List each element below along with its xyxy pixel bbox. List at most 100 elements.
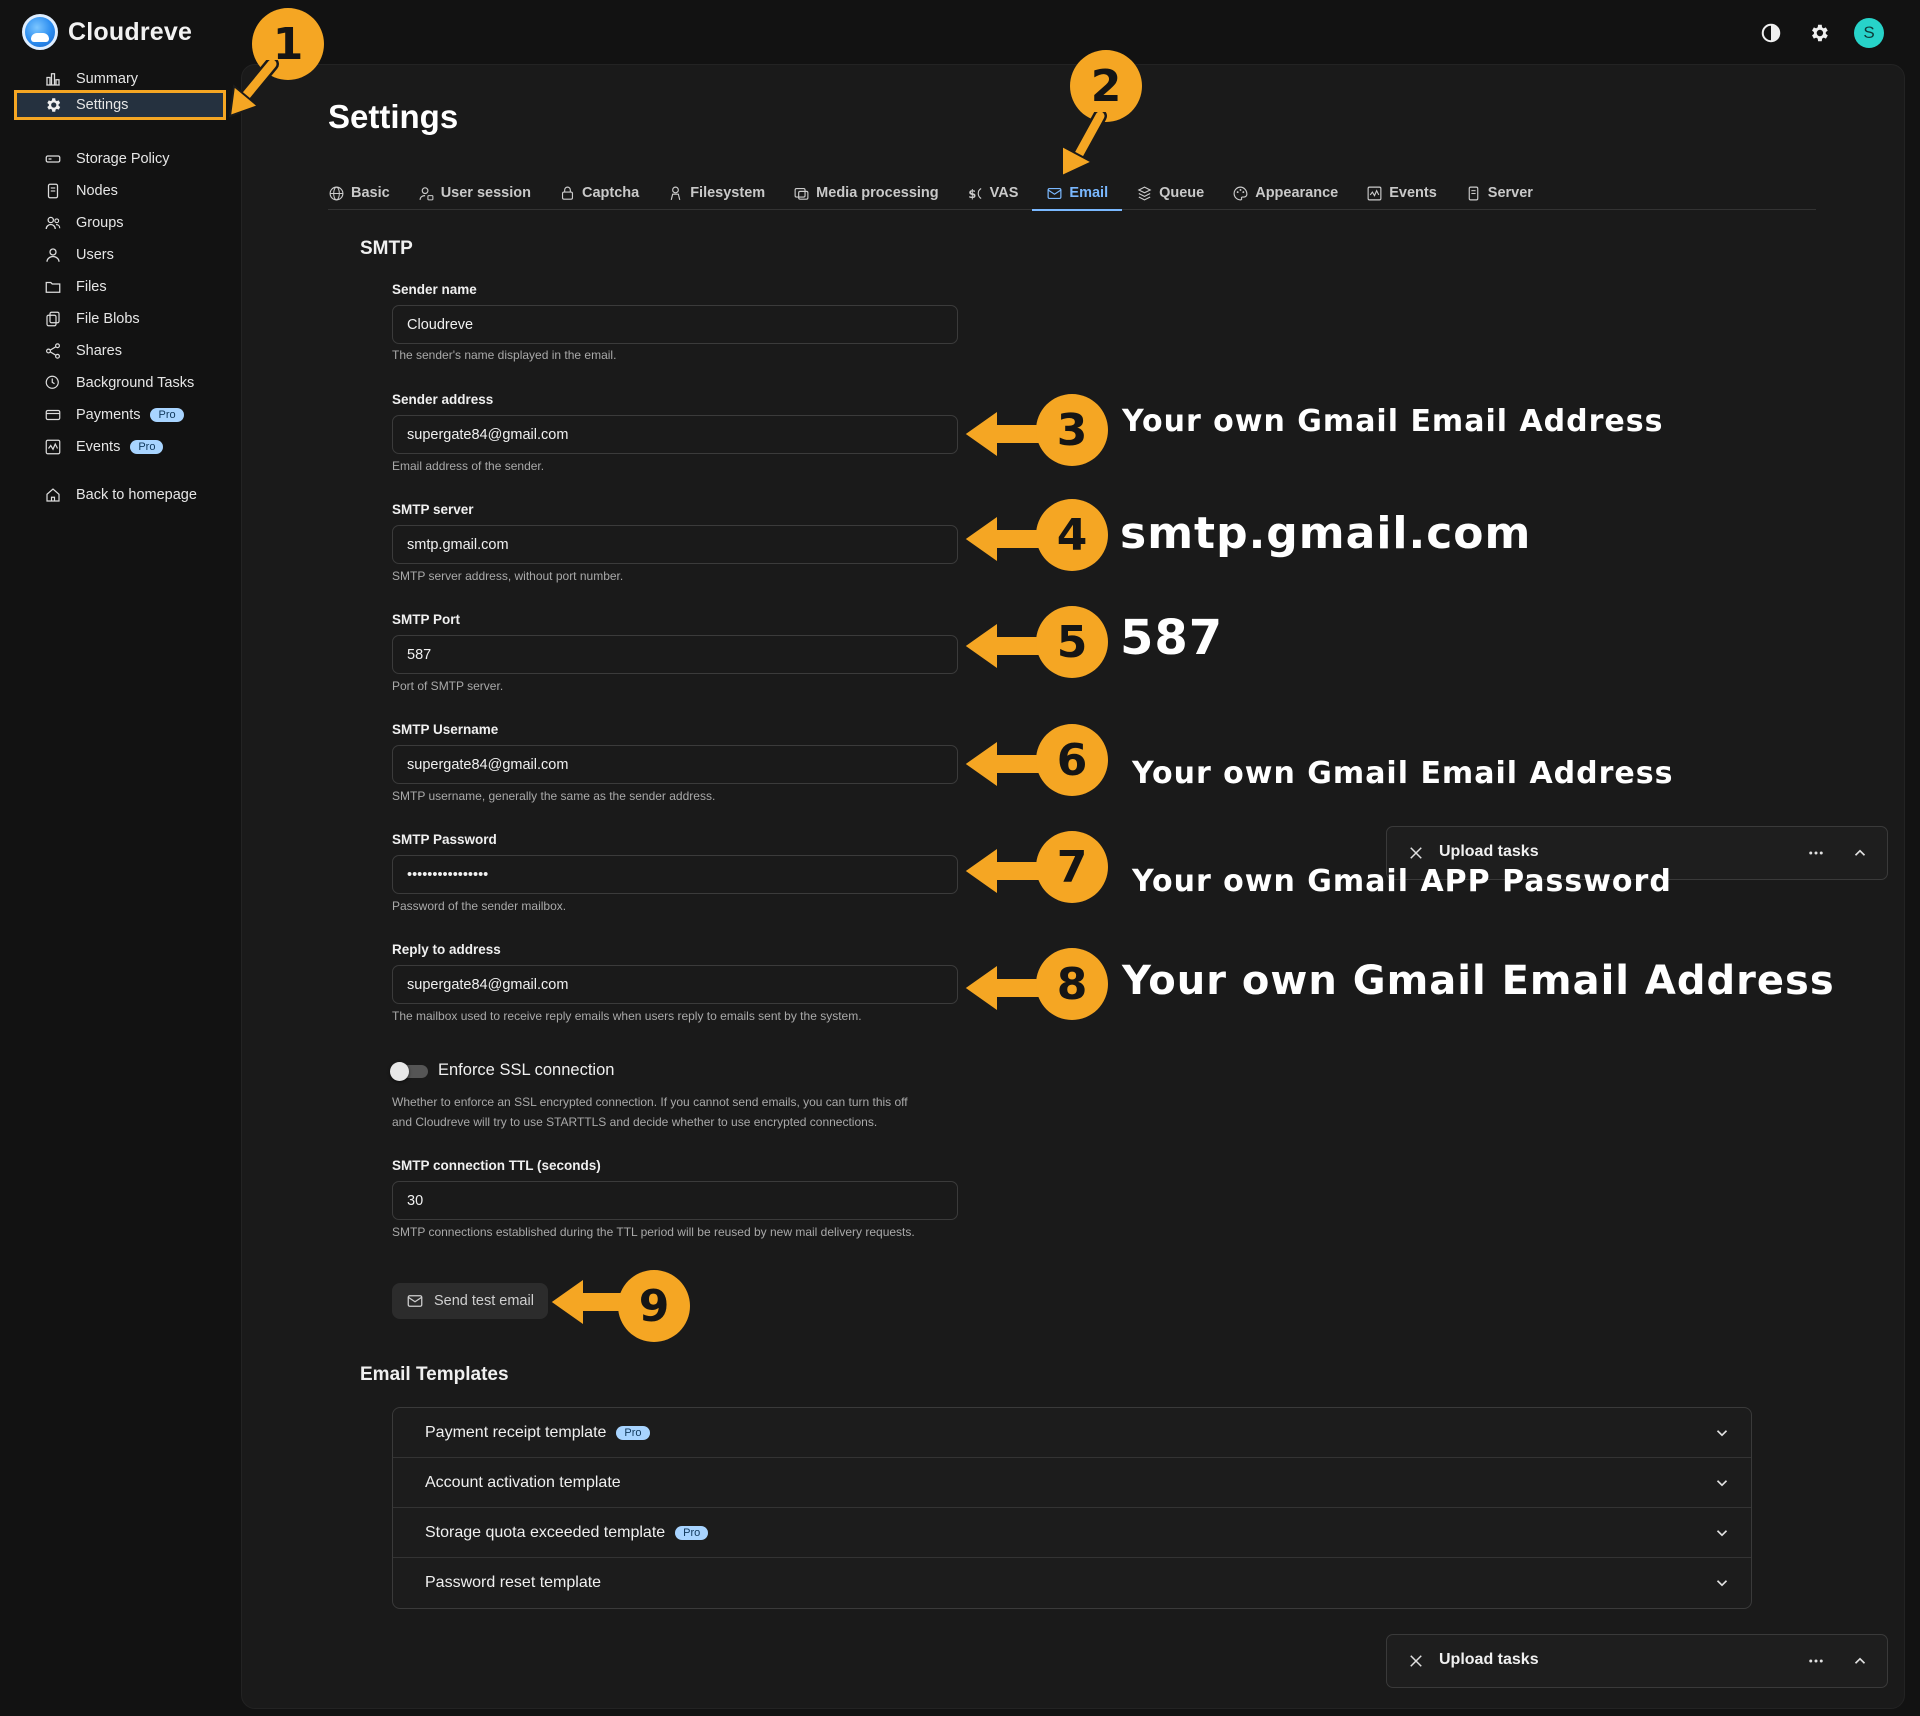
sidebar-item-background-tasks[interactable]: Background Tasks [14,368,226,398]
enforce-ssl-help: Whether to enforce an SSL encrypted conn… [392,1092,972,1132]
settings-gear-icon[interactable] [1806,20,1832,46]
annotation-step-6: 6 [1036,724,1108,796]
smtp-password-input[interactable] [392,855,958,894]
sender-name-help: The sender's name displayed in the email… [392,348,617,362]
annotation-text-5: 587 [1120,610,1224,666]
tab-filesystem[interactable]: Filesystem [653,176,779,210]
blob-icon [46,311,60,327]
sender-address-input[interactable] [392,415,958,454]
tab-label: Queue [1159,185,1205,201]
sidebar-item-back-to-homepage[interactable]: Back to homepage [14,480,226,510]
smtp-server-help: SMTP server address, without port number… [392,569,624,583]
server-icon [1468,186,1479,200]
sidebar-item-label: Summary [76,71,139,87]
annotation-text-7: Your own Gmail APP Password [1132,864,1672,899]
sidebar-item-groups[interactable]: Groups [14,208,226,238]
annotation-step-5: 5 [1036,606,1108,678]
tab-label: Appearance [1255,185,1339,201]
smtp-port-input[interactable] [392,635,958,674]
gear-icon [47,98,61,112]
tab-vas[interactable]: $ VAS [953,176,1033,210]
tab-events[interactable]: Events [1352,176,1451,210]
upload-tasks-panel[interactable]: Upload tasks [1386,1634,1888,1688]
smtp-server-label: SMTP server [392,502,474,517]
smtp-section-title: SMTP [360,238,413,259]
tab-email[interactable]: Email [1032,176,1122,211]
sidebar-item-label: Users [76,247,114,263]
reply-to-input[interactable] [392,965,958,1004]
annotation-text-8: Your own Gmail Email Address [1122,958,1835,1004]
tab-user-session[interactable]: User session [404,176,545,210]
sidebar-item-label: Storage Policy [76,151,170,167]
tab-media-processing[interactable]: Media processing [779,176,952,210]
sidebar-item-label: Back to homepage [76,487,197,503]
sidebar-item-label: Shares [76,343,122,359]
template-account-activation[interactable]: Account activation template [393,1458,1751,1508]
theme-toggle-icon[interactable] [1758,20,1784,46]
settings-tabs: Basic User session Captcha Filesystem Me… [328,176,1816,211]
share-icon [46,343,60,359]
sidebar-item-nodes[interactable]: Nodes [14,176,226,206]
folder-icon [45,281,61,293]
tab-label: User session [440,185,531,201]
sidebar-item-settings[interactable]: Settings [14,90,226,120]
pro-badge: Pro [150,408,184,422]
enforce-ssl-toggle[interactable] [390,1062,428,1081]
reply-to-help: The mailbox used to receive reply emails… [392,1009,862,1023]
smtp-username-label: SMTP Username [392,722,499,737]
more-icon[interactable] [1807,844,1825,862]
close-icon[interactable] [1407,1652,1425,1670]
send-test-email-label: Send test email [434,1293,534,1309]
close-icon[interactable] [1407,844,1425,862]
chevron-down-icon [1716,1480,1728,1487]
sidebar-item-label: Nodes [76,183,118,199]
send-test-email-button[interactable]: Send test email [392,1283,548,1319]
user-avatar[interactable]: S [1854,18,1884,48]
more-icon[interactable] [1807,1652,1825,1670]
sender-name-input[interactable] [392,305,958,344]
sidebar-item-label: Files [76,279,107,295]
template-password-reset[interactable]: Password reset template [393,1558,1751,1608]
chevron-up-icon[interactable] [1851,844,1869,862]
svg-text:$: $ [968,186,976,200]
template-label: Payment receipt template [425,1423,607,1441]
chart-icon [46,73,60,86]
app-logo[interactable]: Cloudreve [22,14,192,50]
sidebar-item-events[interactable]: Events Pro [14,432,226,462]
tab-queue[interactable]: Queue [1122,176,1218,210]
vas-icon: $ [968,186,982,200]
sidebar-item-payments[interactable]: Payments Pro [14,400,226,430]
tab-basic[interactable]: Basic [328,176,404,210]
tab-appearance[interactable]: Appearance [1218,176,1352,210]
sidebar-item-storage-policy[interactable]: Storage Policy [14,144,226,174]
smtp-username-input[interactable] [392,745,958,784]
chevron-up-icon[interactable] [1851,1652,1869,1670]
payment-icon [45,409,61,421]
template-storage-quota-exceeded[interactable]: Storage quota exceeded template Pro [393,1508,1751,1558]
topbar-actions: S [1758,18,1884,48]
smtp-server-input[interactable] [392,525,958,564]
sidebar-item-shares[interactable]: Shares [14,336,226,366]
smtp-ttl-label: SMTP connection TTL (seconds) [392,1158,601,1173]
sidebar-item-label: Groups [76,215,124,231]
home-icon [46,488,60,502]
sidebar-item-label: Events [76,439,121,455]
tab-captcha[interactable]: Captcha [545,176,653,210]
sidebar-item-file-blobs[interactable]: File Blobs [14,304,226,334]
sidebar-item-label: Payments [76,407,141,423]
sidebar-item-files[interactable]: Files [14,272,226,302]
tab-label: Captcha [581,185,640,201]
template-payment-receipt[interactable]: Payment receipt template Pro [393,1408,1751,1458]
pro-badge: Pro [130,440,164,454]
smtp-ttl-input[interactable] [392,1181,958,1220]
globe-icon [329,186,344,200]
mail-icon [1047,187,1062,199]
node-icon [47,183,59,199]
tab-server[interactable]: Server [1451,176,1547,210]
captcha-icon [561,186,574,200]
sidebar-item-users[interactable]: Users [14,240,226,270]
enforce-ssl-help-line1: Whether to enforce an SSL encrypted conn… [392,1095,908,1109]
annotation-step-4: 4 [1036,499,1108,571]
arrow-icon [1061,112,1107,178]
enforce-ssl-label: Enforce SSL connection [438,1061,615,1079]
